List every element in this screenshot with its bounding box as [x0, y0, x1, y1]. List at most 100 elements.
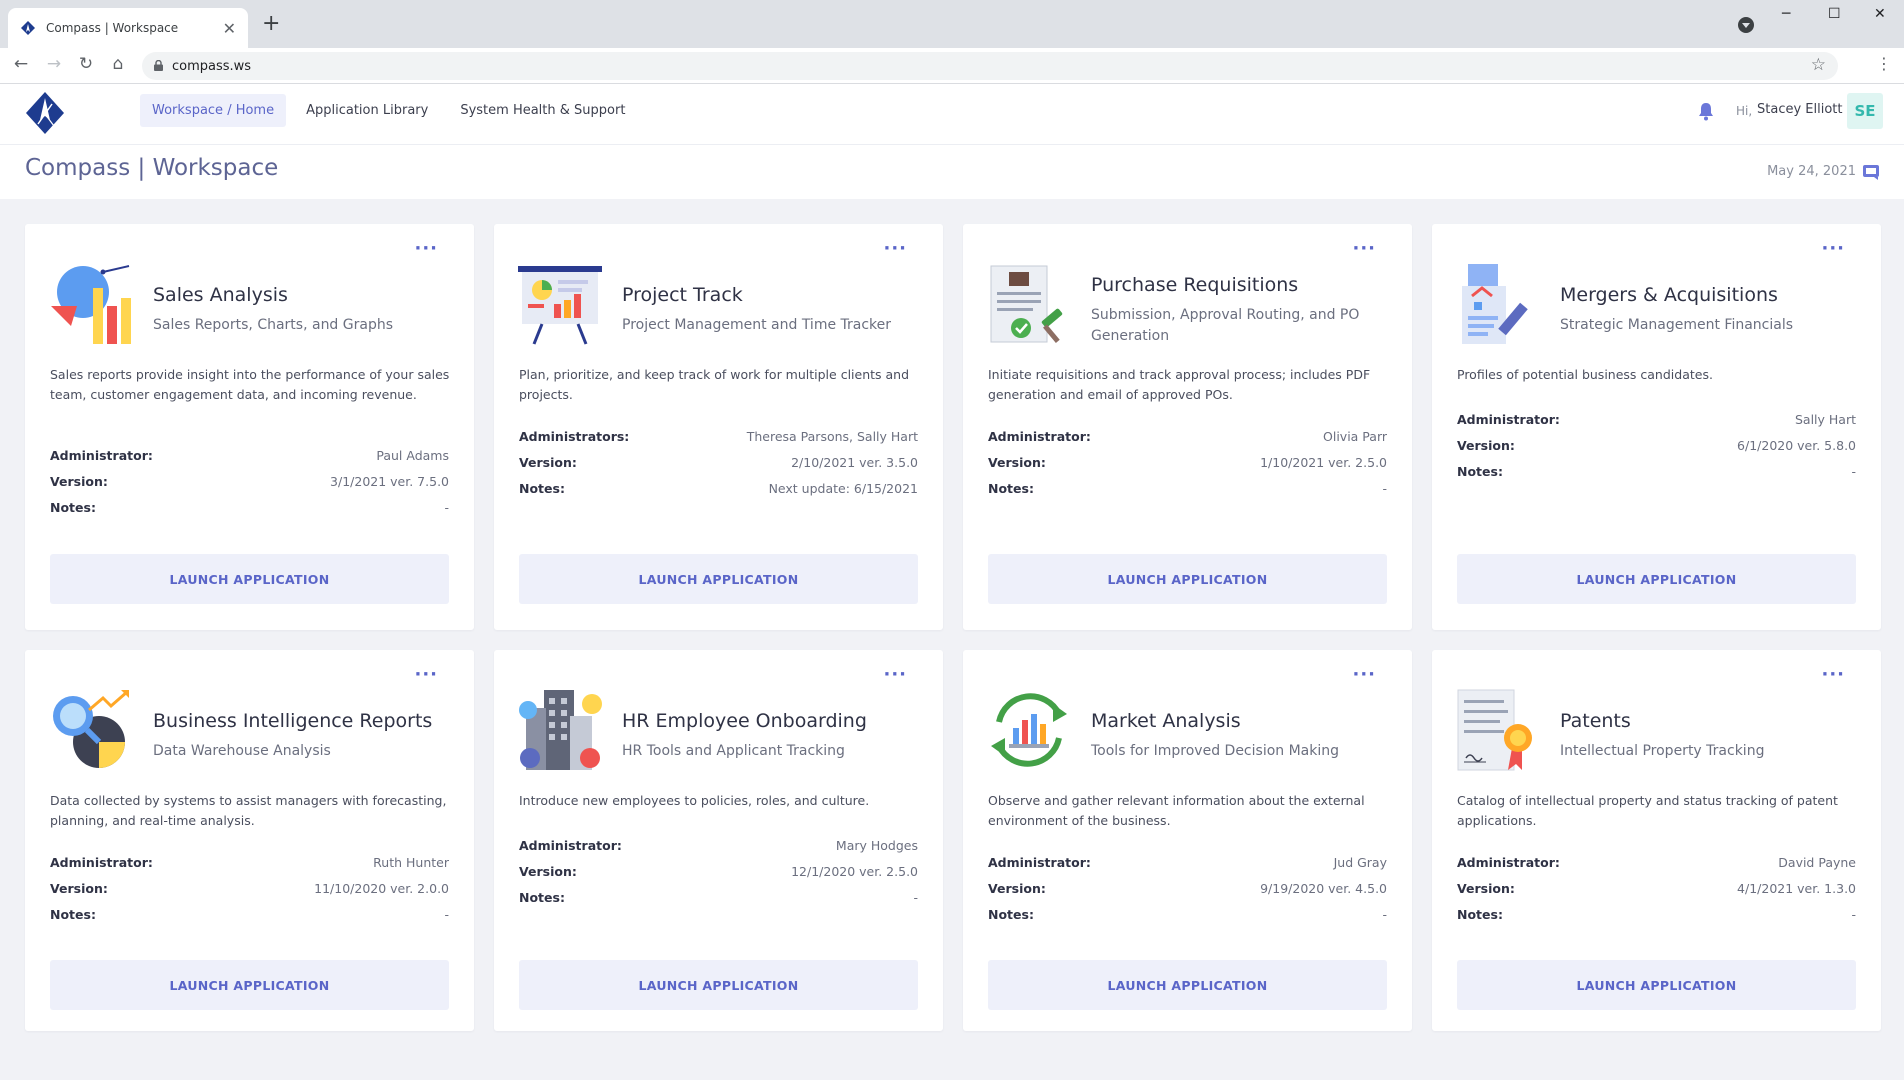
bell-icon[interactable] — [1697, 101, 1715, 121]
admin-label: Administrator: — [988, 429, 1091, 444]
launch-application-button[interactable]: LAUNCH APPLICATION — [519, 554, 918, 604]
card-description: Introduce new employees to policies, rol… — [519, 793, 870, 808]
card-title: Market Analysis — [1091, 710, 1241, 732]
user-name[interactable]: Stacey Elliott — [1757, 102, 1842, 117]
card-subtitle: Tools for Improved Decision Making — [1091, 743, 1340, 759]
launch-application-button[interactable]: LAUNCH APPLICATION — [50, 960, 449, 1010]
launch-application-button[interactable]: LAUNCH APPLICATION — [1457, 554, 1856, 604]
calendar-icon[interactable] — [1862, 162, 1880, 180]
notes-label: Notes: — [519, 890, 565, 905]
nav-workspace-home[interactable]: Workspace / Home — [140, 94, 287, 127]
notes-value: - — [1382, 481, 1387, 496]
cycle-chart-icon — [991, 693, 1067, 767]
card-version-row: Version: 12/1/2020 ver. 2.5.0 — [519, 864, 918, 882]
card-version-row: Version: 6/1/2020 ver. 5.8.0 — [1457, 438, 1856, 456]
greeting-text: Hi, — [1736, 104, 1753, 118]
card-menu-icon[interactable]: ··· — [414, 666, 438, 684]
main-nav: Workspace / Home Application Library Sys… — [140, 94, 637, 127]
card-version-row: Version: 1/10/2021 ver. 2.5.0 — [988, 455, 1387, 473]
admin-label: Administrators: — [519, 429, 630, 444]
tab-close-icon[interactable]: ✕ — [223, 19, 236, 38]
card-menu-icon[interactable]: ··· — [414, 240, 438, 258]
card-menu-icon[interactable]: ··· — [883, 240, 907, 258]
address-bar[interactable]: compass.ws ☆ — [142, 52, 1838, 80]
close-window-button[interactable]: ✕ — [1874, 6, 1886, 22]
app-card-purchase-requisitions: ··· Purchase Requisitions Submission, Ap… — [963, 224, 1412, 630]
card-version-row: Version: 9/19/2020 ver. 4.5.0 — [988, 881, 1387, 899]
browser-tabbar: Compass | Workspace ✕ + ─ ☐ ✕ — [0, 0, 1904, 48]
launch-application-button[interactable]: LAUNCH APPLICATION — [988, 554, 1387, 604]
notes-value: Next update: 6/15/2021 — [768, 481, 918, 496]
card-notes-row: Notes: - — [50, 907, 449, 925]
version-label: Version: — [1457, 438, 1515, 453]
launch-application-button[interactable]: LAUNCH APPLICATION — [519, 960, 918, 1010]
back-button[interactable]: ← — [9, 54, 33, 74]
admin-value: Olivia Parr — [1323, 429, 1387, 444]
card-subtitle: HR Tools and Applicant Tracking — [622, 743, 845, 759]
certificate-icon — [1457, 689, 1532, 771]
presentation-board-icon — [518, 266, 602, 345]
browser-menu-icon[interactable]: ⋮ — [1876, 54, 1892, 73]
card-menu-icon[interactable]: ··· — [1821, 666, 1845, 684]
admin-value: Sally Hart — [1794, 412, 1856, 427]
bookmark-star-icon[interactable]: ☆ — [1811, 55, 1826, 75]
reload-button[interactable]: ↻ — [74, 54, 98, 74]
launch-application-button[interactable]: LAUNCH APPLICATION — [1457, 960, 1856, 1010]
page-date: May 24, 2021 — [1767, 164, 1856, 179]
card-notes-row: Notes: - — [50, 500, 449, 518]
office-people-icon — [519, 690, 602, 770]
minimize-button[interactable]: ─ — [1782, 6, 1790, 22]
maximize-button[interactable]: ☐ — [1828, 6, 1841, 22]
version-label: Version: — [1457, 881, 1515, 896]
admin-value: Paul Adams — [376, 448, 449, 463]
notes-label: Notes: — [50, 907, 96, 922]
card-admin-row: Administrator: Olivia Parr — [988, 429, 1387, 447]
notes-label: Notes: — [519, 481, 565, 496]
version-value: 1/10/2021 ver. 2.5.0 — [1260, 455, 1387, 470]
admin-value: David Payne — [1778, 855, 1856, 870]
card-menu-icon[interactable]: ··· — [1352, 240, 1376, 258]
version-value: 3/1/2021 ver. 7.5.0 — [330, 474, 449, 489]
card-title: Sales Analysis — [153, 284, 288, 306]
admin-label: Administrator: — [1457, 855, 1560, 870]
home-button[interactable]: ⌂ — [106, 54, 130, 74]
card-description: Plan, prioritize, and keep track of work… — [519, 367, 910, 402]
card-description: Observe and gather relevant information … — [988, 793, 1365, 828]
app-card-business-intelligence-reports: ··· Business Intelligence Reports Data W… — [25, 650, 474, 1031]
card-notes-row: Notes: - — [1457, 907, 1856, 925]
browser-tab[interactable]: Compass | Workspace ✕ — [8, 8, 248, 48]
card-title: Purchase Requisitions — [1091, 274, 1299, 296]
card-title: Project Track — [622, 284, 743, 306]
notes-value: - — [1382, 907, 1387, 922]
profile-menu-icon[interactable] — [1738, 17, 1754, 33]
compass-logo[interactable] — [24, 90, 66, 136]
card-description: Initiate requisitions and track approval… — [988, 367, 1371, 402]
card-menu-icon[interactable]: ··· — [883, 666, 907, 684]
notes-value: - — [1851, 907, 1856, 922]
card-description: Sales reports provide insight into the p… — [50, 367, 450, 402]
version-value: 11/10/2020 ver. 2.0.0 — [314, 881, 449, 896]
card-description: Profiles of potential business candidate… — [1457, 367, 1713, 382]
card-notes-row: Notes: Next update: 6/15/2021 — [519, 481, 918, 499]
card-menu-icon[interactable]: ··· — [1352, 666, 1376, 684]
nav-system-health-support[interactable]: System Health & Support — [448, 94, 637, 127]
card-admin-row: Administrator: David Payne — [1457, 855, 1856, 873]
forward-button[interactable]: → — [42, 54, 66, 74]
admin-value: Ruth Hunter — [373, 855, 449, 870]
new-tab-button[interactable]: + — [262, 12, 280, 36]
launch-application-button[interactable]: LAUNCH APPLICATION — [988, 960, 1387, 1010]
card-menu-icon[interactable]: ··· — [1821, 240, 1845, 258]
launch-application-button[interactable]: LAUNCH APPLICATION — [50, 554, 449, 604]
card-notes-row: Notes: - — [988, 481, 1387, 499]
card-title: Business Intelligence Reports — [153, 710, 433, 732]
card-subtitle: Intellectual Property Tracking — [1560, 743, 1765, 759]
app-card-mergers-acquisitions: ··· Mergers & Acquisitions Strategic Man… — [1432, 224, 1881, 630]
avatar[interactable]: SE — [1847, 93, 1883, 129]
card-admin-row: Administrator: Jud Gray — [988, 855, 1387, 873]
version-value: 12/1/2020 ver. 2.5.0 — [791, 864, 918, 879]
lock-icon — [154, 60, 163, 71]
app-card-hr-employee-onboarding: ··· HR Employee Onboarding HR Tools and … — [494, 650, 943, 1031]
card-title: Mergers & Acquisitions — [1560, 284, 1778, 306]
nav-application-library[interactable]: Application Library — [294, 94, 440, 127]
version-label: Version: — [988, 881, 1046, 896]
